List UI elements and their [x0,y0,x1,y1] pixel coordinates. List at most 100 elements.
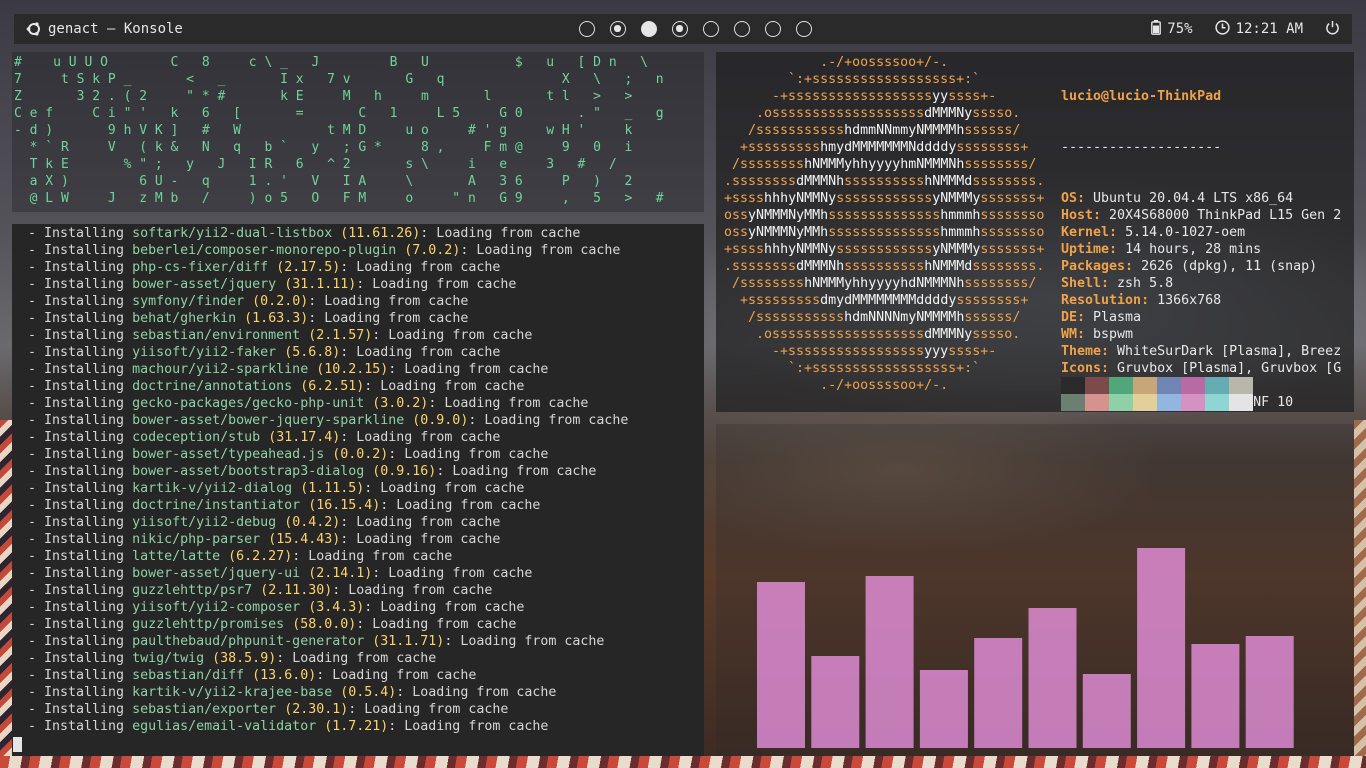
ascii-line: +sssshhhyNMMNyssssssssssssyNMMMysssssss+ [716,242,1045,257]
log-line: - Installing yiisoft/yii2-faker (5.6.8):… [28,345,501,360]
package-version: (2.1.57) [308,328,373,343]
wallpaper-stripes [1354,420,1366,768]
package-name: bower-asset/bower-jquery-sparkline [132,413,405,428]
package-version: (11.61.26) [340,226,421,241]
color-swatch [1181,377,1205,394]
color-swatch [1157,377,1181,394]
matrix-line: T k E % " ; y J I R 6 ^ 2 s \ i e 3 # / [14,157,617,172]
ascii-line: .osssssssssssssssssssdMMMNysssso. [716,106,1021,121]
package-name: bower-asset/bootstrap3-dialog [132,464,365,479]
color-swatch [1229,377,1253,394]
konsole-terminal[interactable]: - Installing softark/yii2-dual-listbox (… [12,224,704,756]
system-info: lucio@lucio-ThinkPad -------------------… [1061,54,1351,412]
color-palette [1061,377,1253,411]
package-version: (16.15.4) [308,498,381,513]
separator: -------------------- [1061,140,1222,155]
workspace-6-indicator[interactable] [734,21,750,37]
log-line: - Installing gecko-packages/gecko-php-un… [28,396,589,411]
package-version: (38.5.9) [212,651,277,666]
visualizer-bar [811,656,860,748]
info-line-packages: Packages: 2626 (dpkg), 11 (snap) [1061,259,1318,274]
ascii-line: +sssssssssdmydMMMMMMMMddddyssssssss+ [716,293,1029,308]
workspace-1-indicator[interactable] [579,21,595,37]
workspace-2-indicator[interactable] [610,21,626,37]
log-line: - Installing paulthebaud/phpunit-generat… [28,634,605,649]
log-line: - Installing machour/yii2-sparkline (10.… [28,362,549,377]
log-line: - Installing yiisoft/yii2-composer (3.4.… [28,600,525,615]
neofetch-panel[interactable]: .-/+oossssoo+/-. `:+ssssssssssssssssss+:… [716,52,1354,412]
info-line-wm: WM: bspwm [1061,327,1134,342]
package-version: (0.0.2) [332,447,389,462]
package-version: (31.1.71) [372,634,445,649]
ascii-line: `:+ssssssssssssssssss+:` [716,361,981,376]
ascii-line: `:+ssssssssssssssssss+:` [716,72,981,87]
package-version: (1.63.3) [244,311,309,326]
matrix-line: * ` R V ( k & N q b ` y ; G * 8 , F m @ … [14,140,633,155]
workspace-8-indicator[interactable] [796,21,812,37]
package-version: (3.4.3) [308,600,365,615]
log-line: - Installing bower-asset/bootstrap3-dial… [28,464,597,479]
active-window[interactable]: genact – Konsole [26,21,183,37]
package-version: (10.2.15) [316,362,389,377]
package-version: (31.1.11) [284,277,357,292]
user-host: lucio@lucio-ThinkPad [1061,89,1222,104]
package-version: (1.7.21) [324,719,389,734]
workspace-7-indicator[interactable] [765,21,781,37]
battery-percent: 75% [1167,21,1193,37]
log-line: - Installing kartik-v/yii2-krajee-base (… [28,685,557,700]
visualizer-bar [757,582,805,748]
ascii-line: .-/+oossssoo+/-. [716,378,949,393]
log-line: - Installing sebastian/environment (2.1.… [28,328,533,343]
color-swatch [1157,394,1181,411]
wallpaper-stripes [0,756,1366,768]
color-swatch [1133,394,1157,411]
visualizer-bar [919,670,968,748]
audio-visualizer [716,424,1354,756]
package-version: (15.4.43) [268,532,341,547]
ascii-line: +sssshhhyNMMNyssssssssssssyNMMMysssssss+ [716,191,1045,206]
power-icon [1325,20,1340,39]
workspace-4-indicator[interactable] [672,21,688,37]
log-line: - Installing kartik-v/yii2-dialog (1.11.… [28,481,525,496]
clock-time: 12:21 AM [1235,21,1303,37]
package-version: (5.6.8) [284,345,341,360]
color-swatch [1205,394,1229,411]
matrix-line: 7 t S k P _ < _ I x 7 v G q X \ ; n [14,72,664,87]
workspace-5-indicator[interactable] [703,21,719,37]
info-line-resolution: Resolution: 1366x768 [1061,293,1222,308]
log-line: - Installing bower-asset/bower-jquery-sp… [28,413,629,428]
power-button[interactable] [1325,20,1340,39]
package-version: (3.0.2) [372,396,429,411]
log-line: - Installing latte/latte (6.2.27): Loadi… [28,549,453,564]
clock[interactable]: 12:21 AM [1214,19,1303,39]
info-line-os: OS: Ubuntu 20.04.4 LTS x86_64 [1061,191,1294,206]
package-name: sebastian/environment [132,328,301,343]
matrix-line: a X ) 6 U - q 1 . ' V I A \ A 3 6 P ) 2 [14,174,633,189]
log-line: - Installing twig/twig (38.5.9): Loading… [28,651,437,666]
package-name: machour/yii2-sparkline [132,362,309,377]
ascii-line: /ssssssssssshdmNNNNmyNMMMMhssssss/ [716,310,1021,325]
package-name: bower-asset/typeahead.js [132,447,325,462]
battery-indicator[interactable]: 75% [1151,19,1193,39]
matrix-line: C e f C i " ' k 6 [ = C 1 L 5 G 0 . " _ … [14,106,664,121]
workspace-3-indicator[interactable] [641,21,657,37]
package-version: (31.17.4) [268,430,341,445]
log-line: - Installing softark/yii2-dual-listbox (… [28,226,581,241]
package-version: (2.17.5) [276,260,341,275]
color-swatch [1109,394,1133,411]
ascii-line: .-/+oossssoo+/-. [716,55,949,70]
package-name: nikic/php-parser [132,532,261,547]
package-name: kartik-v/yii2-dialog [132,481,293,496]
visualizer-bar [1191,644,1240,748]
ascii-line: .ssssssssdMMMNhsssssssssshNMMMdssssssss. [716,259,1045,274]
package-name: softark/yii2-dual-listbox [132,226,333,241]
info-line-cpu: CPU: 11th Gen Intel i5-1135G7 (8) @ [1061,411,1351,412]
info-line-uptime: Uptime: 14 hours, 28 mins [1061,242,1262,257]
package-name: guzzlehttp/promises [132,617,285,632]
package-name: behat/gherkin [132,311,237,326]
info-line-shell: Shell: zsh 5.8 [1061,276,1174,291]
log-line: - Installing symfony/finder (0.2.0): Loa… [28,294,469,309]
log-line: - Installing behat/gherkin (1.63.3): Loa… [28,311,469,326]
ascii-line: -+sssssssssssssssssyyyssss+- [716,344,997,359]
color-swatch [1085,377,1109,394]
